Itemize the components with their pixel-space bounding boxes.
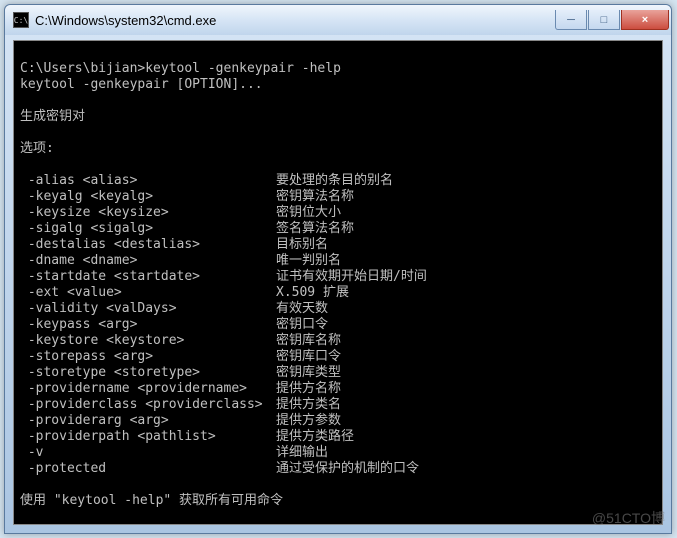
option-desc: 签名算法名称 (276, 221, 354, 237)
option-flag: -dname <dname> (20, 253, 276, 269)
option-flag: -keypass <arg> (20, 317, 276, 333)
option-row: -alias <alias>要处理的条目的别名 (20, 173, 656, 189)
close-button[interactable]: × (621, 10, 669, 30)
option-row: -keystore <keystore>密钥库名称 (20, 333, 656, 349)
option-row: -sigalg <sigalg>签名算法名称 (20, 221, 656, 237)
heading-generate: 生成密钥对 (20, 109, 656, 125)
option-row: -storepass <arg>密钥库口令 (20, 349, 656, 365)
option-desc: 有效天数 (276, 301, 328, 317)
option-desc: 详细输出 (276, 445, 328, 461)
usage-line: keytool -genkeypair [OPTION]... (20, 77, 656, 93)
option-desc: 提供方参数 (276, 413, 341, 429)
option-row: -protected通过受保护的机制的口令 (20, 461, 656, 477)
option-flag: -keystore <keystore> (20, 333, 276, 349)
option-desc: 证书有效期开始日期/时间 (276, 269, 427, 285)
heading-options: 选项: (20, 141, 656, 157)
help-hint: 使用 "keytool -help" 获取所有可用命令 (20, 493, 656, 509)
titlebar[interactable]: C:\ C:\Windows\system32\cmd.exe ─ □ × (5, 5, 671, 35)
option-flag: -providerpath <pathlist> (20, 429, 276, 445)
option-desc: 目标别名 (276, 237, 328, 253)
option-row: -keypass <arg>密钥口令 (20, 317, 656, 333)
option-desc: 要处理的条目的别名 (276, 173, 393, 189)
option-desc: X.509 扩展 (276, 285, 349, 301)
option-desc: 密钥库类型 (276, 365, 341, 381)
option-flag: -storepass <arg> (20, 349, 276, 365)
option-desc: 唯一判别名 (276, 253, 341, 269)
maximize-button[interactable]: □ (588, 10, 620, 30)
option-row: -v详细输出 (20, 445, 656, 461)
option-flag: -ext <value> (20, 285, 276, 301)
prompt-line: C:\Users\bijian>keytool -genkeypair -hel… (20, 61, 656, 77)
option-row: -providername <providername>提供方名称 (20, 381, 656, 397)
option-desc: 密钥位大小 (276, 205, 341, 221)
option-desc: 密钥口令 (276, 317, 328, 333)
cmd-icon: C:\ (13, 12, 29, 28)
option-desc: 通过受保护的机制的口令 (276, 461, 419, 477)
option-row: -dname <dname>唯一判别名 (20, 253, 656, 269)
option-flag: -protected (20, 461, 276, 477)
watermark: @51CTO博 (592, 508, 665, 528)
option-flag: -keyalg <keyalg> (20, 189, 276, 205)
option-flag: -providername <providername> (20, 381, 276, 397)
option-flag: -alias <alias> (20, 173, 276, 189)
option-desc: 密钥库口令 (276, 349, 341, 365)
option-row: -startdate <startdate>证书有效期开始日期/时间 (20, 269, 656, 285)
option-flag: -destalias <destalias> (20, 237, 276, 253)
option-desc: 密钥算法名称 (276, 189, 354, 205)
cmd-window: C:\ C:\Windows\system32\cmd.exe ─ □ × C:… (4, 4, 672, 534)
window-controls: ─ □ × (555, 10, 669, 30)
option-flag: -providerclass <providerclass> (20, 397, 276, 413)
option-row: -providerclass <providerclass>提供方类名 (20, 397, 656, 413)
option-flag: -storetype <storetype> (20, 365, 276, 381)
option-desc: 密钥库名称 (276, 333, 341, 349)
option-row: -providerarg <arg>提供方参数 (20, 413, 656, 429)
option-flag: -providerarg <arg> (20, 413, 276, 429)
minimize-button[interactable]: ─ (555, 10, 587, 30)
option-flag: -validity <valDays> (20, 301, 276, 317)
option-row: -destalias <destalias>目标别名 (20, 237, 656, 253)
option-row: -ext <value>X.509 扩展 (20, 285, 656, 301)
option-flag: -v (20, 445, 276, 461)
window-title: C:\Windows\system32\cmd.exe (35, 13, 555, 28)
option-row: -storetype <storetype>密钥库类型 (20, 365, 656, 381)
console-area[interactable]: C:\Users\bijian>keytool -genkeypair -hel… (13, 40, 663, 525)
option-desc: 提供方名称 (276, 381, 341, 397)
option-row: -providerpath <pathlist>提供方类路径 (20, 429, 656, 445)
option-row: -keysize <keysize>密钥位大小 (20, 205, 656, 221)
option-row: -keyalg <keyalg>密钥算法名称 (20, 189, 656, 205)
console-content: C:\Users\bijian>keytool -genkeypair -hel… (14, 41, 662, 525)
option-flag: -startdate <startdate> (20, 269, 276, 285)
option-row: -validity <valDays>有效天数 (20, 301, 656, 317)
option-desc: 提供方类名 (276, 397, 341, 413)
option-flag: -sigalg <sigalg> (20, 221, 276, 237)
option-flag: -keysize <keysize> (20, 205, 276, 221)
option-desc: 提供方类路径 (276, 429, 354, 445)
